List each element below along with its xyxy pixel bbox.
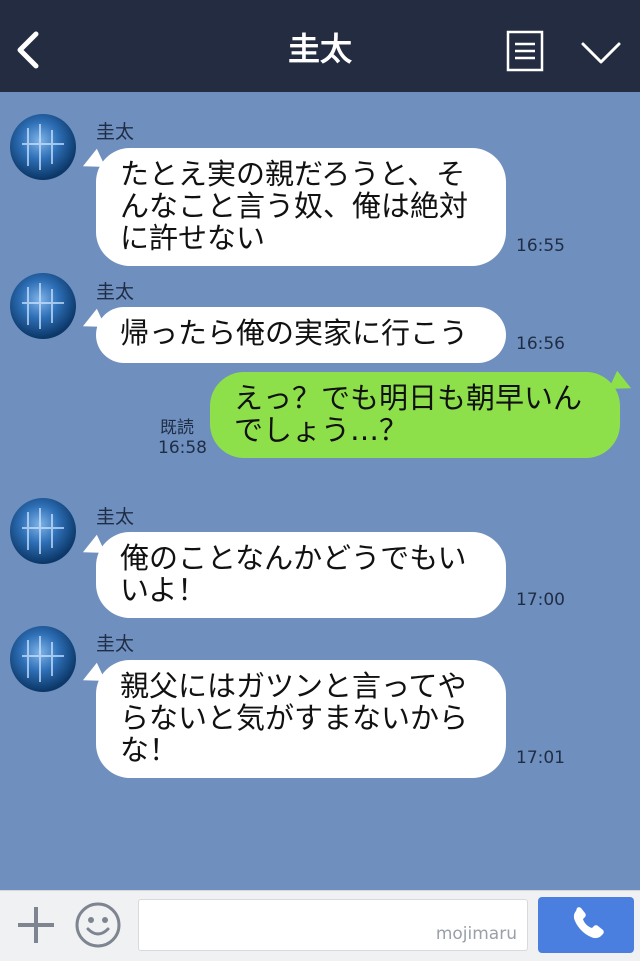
plus-icon — [18, 907, 54, 943]
message-composer: mojimaru — [0, 890, 640, 961]
avatar[interactable] — [10, 498, 76, 564]
message-input[interactable]: mojimaru — [138, 899, 528, 951]
add-button[interactable] — [14, 903, 58, 947]
emoji-button[interactable] — [74, 901, 122, 949]
sender-name: 圭太 — [96, 633, 135, 655]
message-time: 17:00 — [516, 590, 565, 610]
chat-title: 圭太 — [287, 30, 352, 68]
message-bubble-incoming[interactable]: 俺のことなんかどうでもいいよ！ — [96, 532, 506, 618]
sender-name: 圭太 — [96, 281, 135, 303]
read-receipt: 既読 — [160, 418, 194, 438]
avatar[interactable] — [10, 114, 76, 180]
sender-name: 圭太 — [96, 506, 135, 528]
expand-button[interactable] — [580, 38, 622, 68]
chat-area[interactable]: 圭太 たとえ実の親だろうと、そんなこと言う奴、俺は絶対に許せない 16:55 圭… — [0, 92, 640, 890]
list-menu-icon — [506, 30, 544, 72]
sender-name: 圭太 — [96, 121, 135, 143]
menu-button[interactable] — [506, 30, 544, 72]
watermark: mojimaru — [435, 924, 517, 944]
message-time: 16:58 — [158, 438, 207, 458]
chat-header: 圭太 — [0, 0, 640, 92]
smiley-icon — [75, 902, 121, 948]
avatar[interactable] — [10, 626, 76, 692]
message-bubble-incoming[interactable]: たとえ実の親だろうと、そんなこと言う奴、俺は絶対に許せない — [96, 148, 506, 266]
message-bubble-incoming[interactable]: 親父にはガツンと言ってやらないと気がすまないからな！ — [96, 660, 506, 778]
message-time: 17:01 — [516, 748, 565, 768]
chevron-down-icon — [581, 42, 621, 64]
message-time: 16:56 — [516, 334, 565, 354]
message-time: 16:55 — [516, 236, 565, 256]
phone-icon — [573, 907, 604, 939]
message-bubble-incoming[interactable]: 帰ったら俺の実家に行こう — [96, 307, 506, 363]
message-bubble-outgoing[interactable]: えっ？でも明日も朝早いんでしょう…？ — [210, 372, 620, 458]
avatar[interactable] — [10, 273, 76, 339]
call-button[interactable] — [538, 897, 634, 953]
